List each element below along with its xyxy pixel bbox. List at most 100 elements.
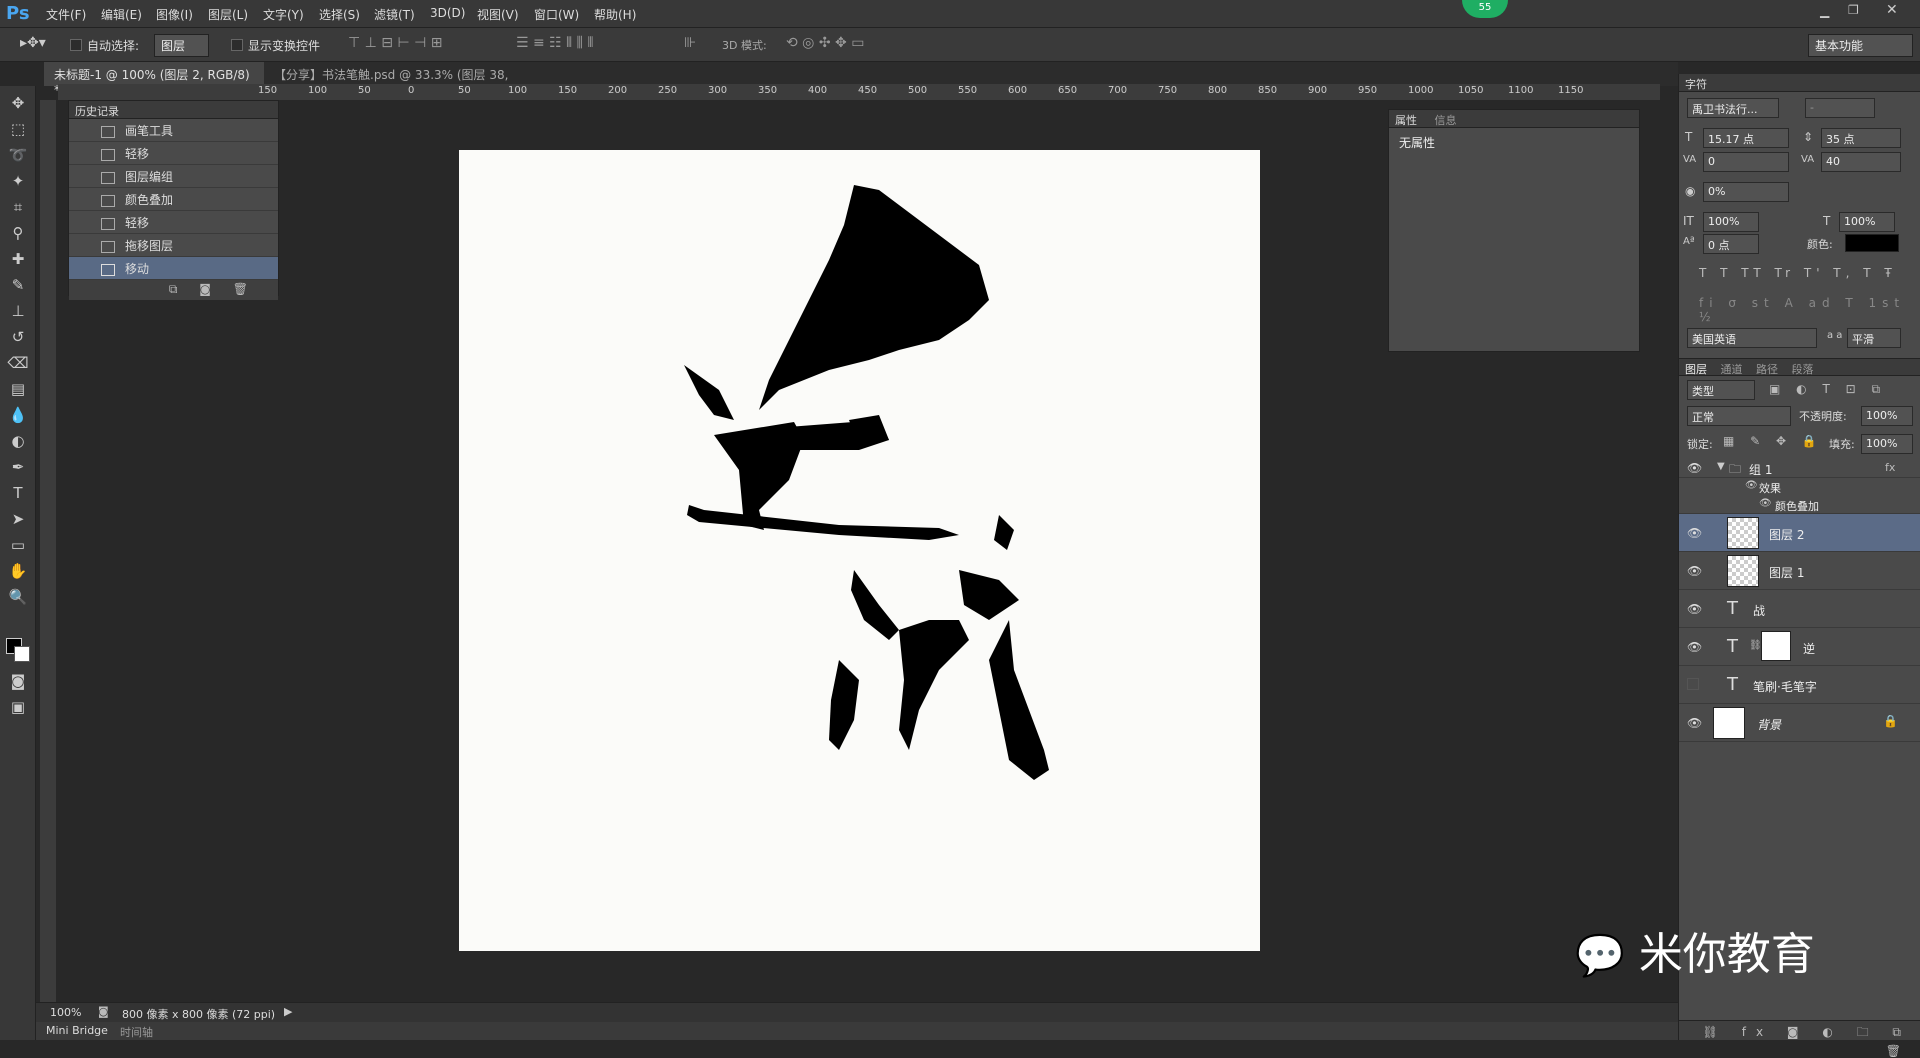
hand-tool-icon[interactable]: ✋ [6,562,30,584]
history-item[interactable]: 拖移图层 [69,234,278,257]
layer-row-selected[interactable]: 👁 图层 2 [1679,514,1920,552]
pen-tool-icon[interactable]: ✒ [6,458,30,480]
eraser-tool-icon[interactable]: ⌫ [6,354,30,376]
layer-effect-color-overlay[interactable]: 👁 颜色叠加 [1679,496,1920,514]
menu-layer[interactable]: 图层(L) [208,6,248,23]
align-icons[interactable]: ⊤ ⊥ ⊟ ⊢ ⊣ ⊞ [348,35,443,51]
history-item[interactable]: 图层编组 [69,165,278,188]
visibility-eye-icon[interactable]: 👁 [1687,716,1702,730]
tab-paths[interactable]: 路径 [1756,363,1778,376]
antialias-dropdown[interactable]: 平滑 [1847,328,1901,348]
type-style-icons[interactable]: T T TT Tr T' T, T Ŧ [1699,266,1897,280]
layer-filter-icons[interactable]: ▣ ◐ T ⊡ ⧉ [1769,382,1886,397]
blur-tool-icon[interactable]: 💧 [6,406,30,428]
layer-row-text-hidden[interactable]: T 笔刷·毛笔字 [1679,666,1920,704]
tab-info[interactable]: 信息 [1435,114,1457,127]
menu-file[interactable]: 文件(F) [46,6,86,23]
kerning-field[interactable]: 0 [1703,152,1789,172]
tab-calligraphy-brushes[interactable]: 【分享】书法笔触.psd @ 33.3% (图层 38, RGB/8) × [264,62,564,97]
status-menu-arrow-icon[interactable]: ▶ [284,1005,292,1018]
new-document-icon[interactable]: ⧉ [169,282,178,296]
auto-align-icon[interactable]: ⊪ [684,35,696,51]
background-color-swatch[interactable] [14,646,30,662]
dodge-tool-icon[interactable]: ◐ [6,432,30,454]
visibility-eye-icon[interactable]: 👁 [1687,640,1702,654]
fx-icon[interactable]: fx [1885,461,1895,474]
quick-mask-icon[interactable]: ◙ [6,672,30,694]
fill-field[interactable]: 100% [1861,434,1913,454]
leading-field[interactable]: 35 点 [1821,128,1901,148]
menu-filter[interactable]: 滤镜(T) [374,6,415,23]
crop-tool-icon[interactable]: ⌗ [6,198,30,220]
lock-icons[interactable]: ▦ ✎ ✥ 🔒 [1723,434,1823,448]
tracking-field[interactable]: 40 [1821,152,1901,172]
chevron-down-icon[interactable]: ▼ [1717,461,1725,472]
minimize-icon[interactable]: ▁ [1820,4,1829,18]
type-tool-icon[interactable]: T [6,484,30,506]
visibility-eye-icon[interactable]: 👁 [1687,461,1702,475]
document-info[interactable]: 800 像素 x 800 像素 (72 ppi) [122,1006,275,1022]
close-icon[interactable]: ✕ [1886,2,1898,18]
tab-mini-bridge[interactable]: Mini Bridge [46,1024,108,1037]
history-item[interactable]: 画笔工具 [69,119,278,142]
history-brush-icon[interactable]: ↺ [6,328,30,350]
baseline-field[interactable]: 0 点 [1703,234,1759,254]
history-item[interactable]: 轻移 [69,142,278,165]
marquee-tool-icon[interactable]: ⬚ [6,120,30,142]
history-item[interactable]: 颜色叠加 [69,188,278,211]
restore-icon[interactable]: ❐ [1848,3,1859,17]
visibility-off-box[interactable] [1687,678,1699,690]
history-item-selected[interactable]: 移动 [69,257,278,280]
tab-untitled[interactable]: 未标题-1 @ 100% (图层 2, RGB/8) * × [44,62,264,97]
effect-eye-icon[interactable]: 👁 [1759,498,1772,509]
healing-brush-icon[interactable]: ✚ [6,250,30,272]
language-dropdown[interactable]: 美国英语 [1687,328,1817,348]
auto-select-dropdown[interactable]: 图层 [154,34,209,57]
layer-effects[interactable]: 👁 效果 [1679,478,1920,496]
menu-view[interactable]: 视图(V) [477,6,519,23]
path-select-icon[interactable]: ➤ [6,510,30,532]
menu-window[interactable]: 窗口(W) [534,6,579,23]
move-tool-icon[interactable]: ✥ [6,94,30,116]
move-tool-preset-icon[interactable]: ▸✥▾ [20,35,46,51]
notification-badge[interactable]: 55 [1462,0,1508,18]
visibility-eye-icon[interactable]: 👁 [1687,602,1702,616]
effects-eye-icon[interactable]: 👁 [1745,480,1758,491]
document-canvas[interactable] [459,150,1260,951]
magic-wand-icon[interactable]: ✦ [6,172,30,194]
layer-filter-dropdown[interactable]: 类型 [1687,380,1755,400]
layer-row-background[interactable]: 👁 背景 🔒 [1679,704,1920,742]
layer-row-text[interactable]: 👁 T ⛓ 逆 [1679,628,1920,666]
distribute-icons[interactable]: ☰ ≡ ☷ ⫴ ⫼ ⦀ [516,35,594,51]
tab-channels[interactable]: 通道 [1721,363,1743,376]
eyedropper-icon[interactable]: ⚲ [6,224,30,246]
opacity-field[interactable]: 100% [1861,406,1913,426]
mask-thumbnail[interactable] [1761,631,1791,661]
font-size-field[interactable]: 15.17 点 [1703,128,1789,148]
menu-help[interactable]: 帮助(H) [594,6,636,23]
menu-select[interactable]: 选择(S) [319,6,360,23]
layer-row-text[interactable]: 👁 T 战 [1679,590,1920,628]
3d-mode-icons[interactable]: ⟲ ◎ ✣ ✥ ▭ [786,35,864,51]
trash-icon[interactable]: 🗑 [233,282,248,296]
visibility-eye-icon[interactable]: 👁 [1687,526,1702,540]
menu-type[interactable]: 文字(Y) [263,6,304,23]
tsume-field[interactable]: 0% [1703,182,1789,202]
font-style-dropdown[interactable]: - [1805,98,1875,118]
text-color-swatch[interactable] [1845,234,1899,252]
tab-properties[interactable]: 属性 [1395,114,1417,127]
screen-mode-icon[interactable]: ▣ [6,698,30,720]
lasso-tool-icon[interactable]: ➰ [6,146,30,168]
menu-3d[interactable]: 3D(D) [430,6,465,20]
visibility-eye-icon[interactable]: 👁 [1687,564,1702,578]
workspace-dropdown[interactable]: 基本功能 [1808,34,1913,57]
brush-tool-icon[interactable]: ✎ [6,276,30,298]
menu-image[interactable]: 图像(I) [156,6,193,23]
tab-layers[interactable]: 图层 [1685,363,1707,376]
zoom-level[interactable]: 100% [50,1006,81,1019]
gradient-tool-icon[interactable]: ▤ [6,380,30,402]
blend-mode-dropdown[interactable]: 正常 [1687,406,1791,426]
shape-tool-icon[interactable]: ▭ [6,536,30,558]
history-item[interactable]: 轻移 [69,211,278,234]
horizontal-scale-field[interactable]: 100% [1839,212,1895,232]
